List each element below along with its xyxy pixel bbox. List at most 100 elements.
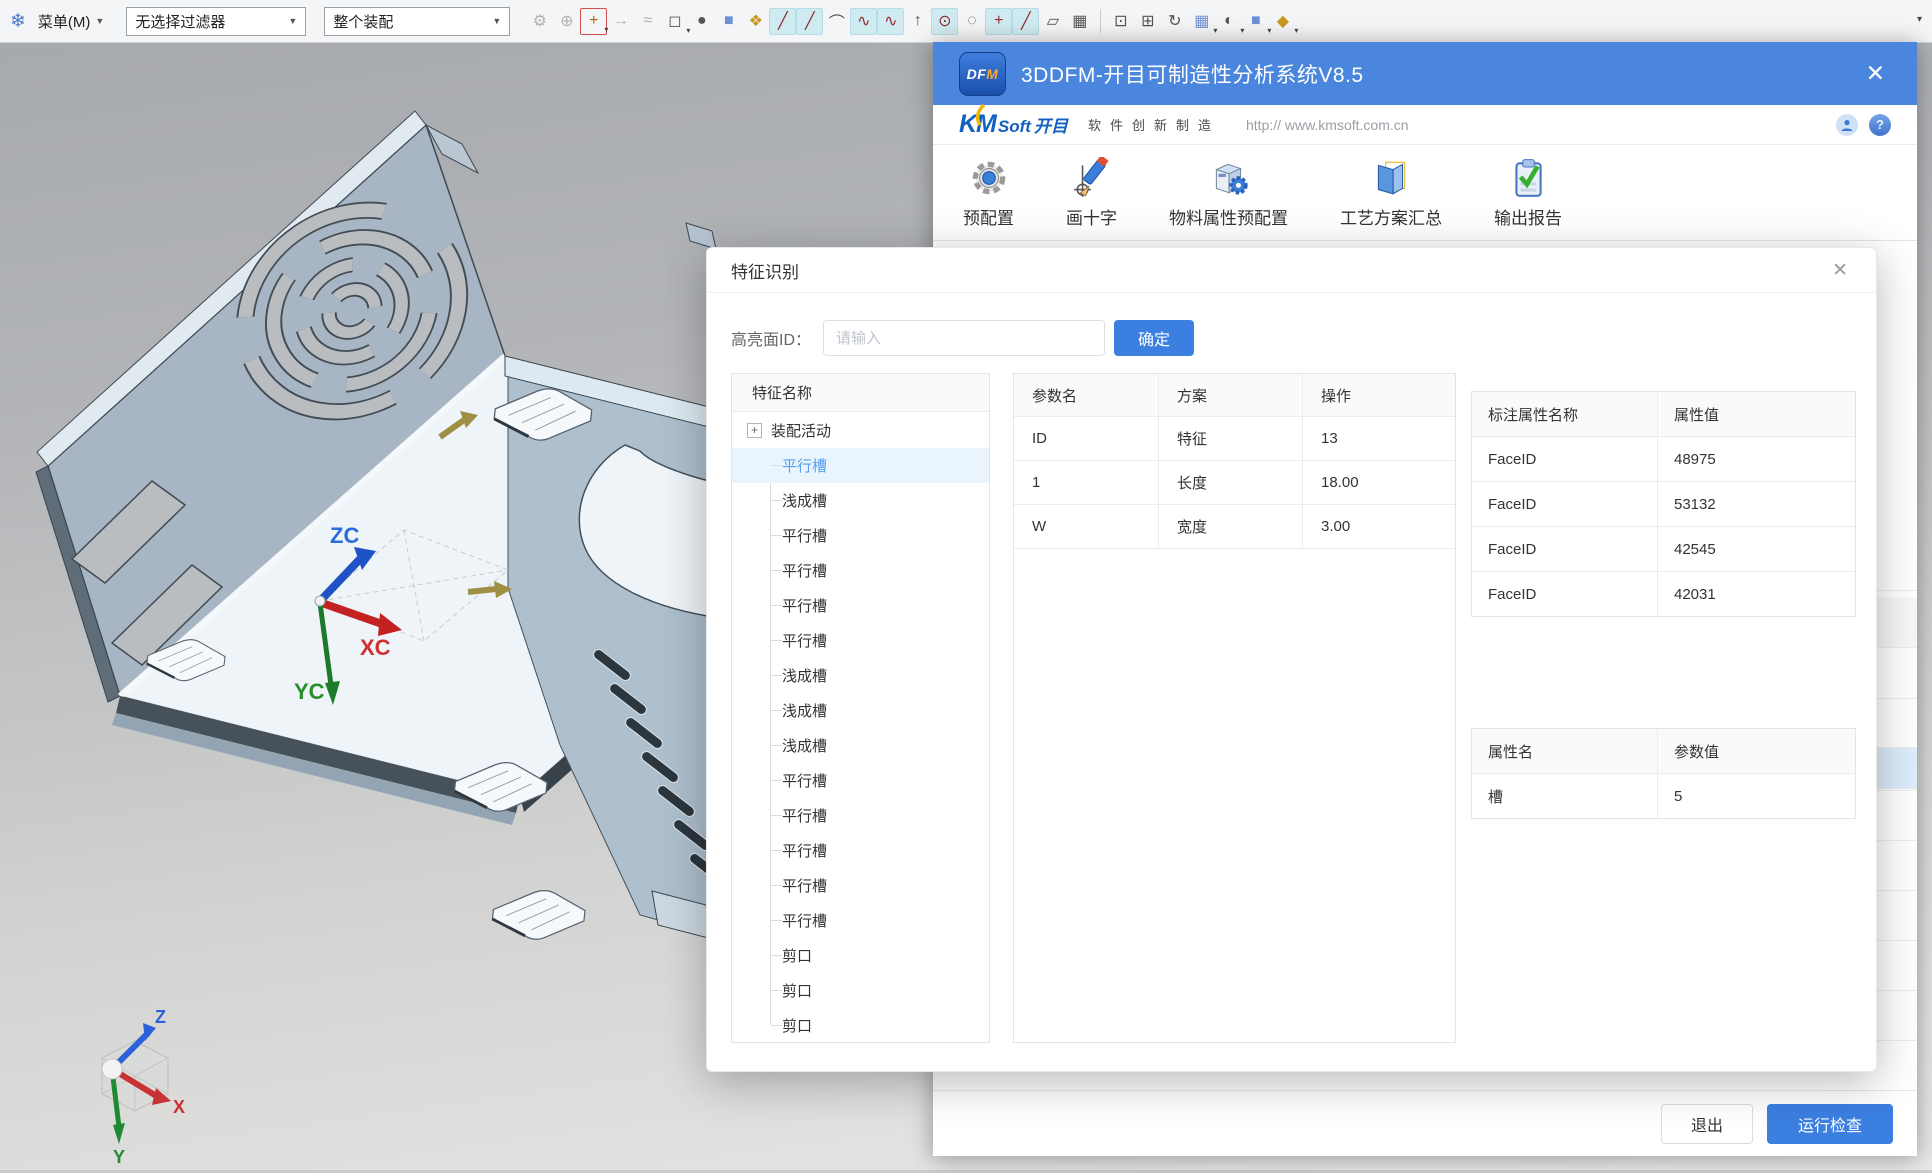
move-component-icon[interactable]: ⊕ ▾	[553, 8, 580, 35]
tree-item[interactable]: 平行槽	[732, 868, 989, 903]
expand-icon[interactable]: +	[747, 423, 762, 438]
dfm-titlebar[interactable]: DFM 3DDFM-开目可制造性分析系统V8.5 ✕	[933, 42, 1917, 105]
draw-cross-button[interactable]: 画十字	[1066, 157, 1117, 229]
move-handles-icon[interactable]: ❖ ▾	[742, 8, 769, 35]
help-icon[interactable]: ?	[1869, 114, 1891, 136]
dfm-toolbar: 预配置 画十字 物料属性预配置	[933, 145, 1917, 241]
preconfig-button[interactable]: 预配置	[963, 157, 1014, 229]
assembly-constraints-icon[interactable]: ⚙ ▾	[526, 8, 553, 35]
dialog-close-icon[interactable]: ✕	[1828, 257, 1852, 284]
dfm-footer: 退出 运行检查	[933, 1090, 1917, 1156]
tree-item[interactable]: 浅成槽	[732, 483, 989, 518]
parameter-row[interactable]: ID 特征 13	[1014, 417, 1455, 461]
output-report-button[interactable]: 输出报告	[1494, 157, 1562, 229]
brand-url: http:// www.kmsoft.com.cn	[1246, 117, 1409, 133]
gear-icon	[968, 157, 1010, 199]
selection-scope-dropdown[interactable]: 整个装配 ▼	[324, 7, 510, 36]
chevron-down-icon: ▼	[95, 16, 104, 26]
show-dof-icon[interactable]: → ▾	[607, 8, 634, 35]
analysis-display-icon[interactable]: ◆ ▾	[1269, 8, 1296, 35]
feature-recognition-dialog: 特征识别 ✕ 高亮面ID： 确定 特征名称 + 装配活动 平行槽 浅成槽	[706, 247, 1877, 1072]
remember-constraints-icon[interactable]: + ▾	[580, 8, 607, 35]
highlight-id-input[interactable]	[823, 320, 1105, 356]
kmsoft-logo: KM Soft 开目	[959, 110, 1068, 139]
snap-grid-icon[interactable]: ▦ ▾	[1188, 8, 1215, 35]
tree-root-assembly-activity[interactable]: + 装配活动	[732, 412, 989, 448]
tree-item[interactable]: 平行槽	[732, 553, 989, 588]
run-check-button[interactable]: 运行检查	[1767, 1104, 1893, 1144]
toolbar-icon-strip: ⚙ ▾ ⊕ ▾ + ▾ → ▾ ≈ ▾ ◻	[526, 8, 1296, 35]
face-attribute-row[interactable]: FaceID 42031	[1472, 572, 1855, 616]
face-attribute-row[interactable]: FaceID 42545	[1472, 527, 1855, 572]
cylinder-icon[interactable]: ● ▾	[688, 8, 715, 35]
point-icon[interactable]: + ▾	[985, 8, 1012, 35]
box-gear-icon	[1208, 157, 1250, 199]
report-check-icon	[1507, 157, 1549, 199]
tree-item[interactable]: 平行槽	[732, 798, 989, 833]
solid-display-icon[interactable]: ■ ▾	[1242, 8, 1269, 35]
tree-item[interactable]: 浅成槽	[732, 658, 989, 693]
property-row[interactable]: 槽 5	[1472, 774, 1855, 818]
logo-flame-icon	[973, 104, 987, 126]
parameter-row[interactable]: 1 长度 18.00	[1014, 461, 1455, 505]
triad-x-label: X	[173, 1097, 185, 1117]
grid-icon[interactable]: ▦ ▾	[1066, 8, 1093, 35]
face-attribute-row[interactable]: FaceID 48975	[1472, 437, 1855, 482]
exit-button[interactable]: 退出	[1661, 1104, 1753, 1144]
dialog-title: 特征识别	[731, 258, 799, 283]
window-zoom-icon[interactable]: ⊡ ▾	[1107, 8, 1134, 35]
pan-icon[interactable]: ⊞ ▾	[1134, 8, 1161, 35]
material-preconfig-button[interactable]: 物料属性预配置	[1169, 157, 1288, 229]
tree-item[interactable]: 平行槽	[732, 518, 989, 553]
highlight-id-row: 高亮面ID： 确定	[731, 320, 1194, 356]
feature-tree-header: 特征名称	[732, 374, 989, 412]
tree-item[interactable]: 平行槽	[732, 448, 989, 483]
folders-icon	[1370, 157, 1412, 199]
circle-center-icon[interactable]: ⊙ ▾	[931, 8, 958, 35]
toolbar-divider[interactable]: ▾	[1093, 8, 1107, 35]
fillet-arc-icon[interactable]: ⌒ ▾	[823, 8, 850, 35]
polyline-icon[interactable]: ╱ ▾	[1012, 8, 1039, 35]
triad-y-label: Y	[113, 1147, 125, 1167]
chevron-down-icon: ▼	[492, 16, 501, 26]
user-account-icon[interactable]	[1836, 114, 1858, 136]
tree-item[interactable]: 剪口	[732, 938, 989, 973]
tree-item[interactable]: 平行槽	[732, 588, 989, 623]
tree-item[interactable]: 平行槽	[732, 833, 989, 868]
sheet-face-icon[interactable]: ▱ ▾	[1039, 8, 1066, 35]
extrude-cube-icon[interactable]: ■ ▾	[715, 8, 742, 35]
shaded-view-icon[interactable]: ◐ ▾	[1215, 8, 1242, 35]
line-segment-icon[interactable]: ╱ ▾	[796, 8, 823, 35]
menu-button[interactable]: 菜单(M) ▼	[34, 9, 108, 34]
sheet-metal-part[interactable]: ZC XC YC	[0, 43, 790, 973]
dfm-close-icon[interactable]: ✕	[1860, 60, 1891, 87]
studio-spline-icon[interactable]: ∿ ▾	[877, 8, 904, 35]
feature-tree-items: 平行槽 浅成槽 平行槽 平行槽	[732, 448, 989, 1043]
ellipse-icon[interactable]: ◌ ▾	[958, 8, 985, 35]
wave-geometry-icon[interactable]: ≈ ▾	[634, 8, 661, 35]
dfm-app-icon: DFM	[959, 52, 1006, 96]
app-toolbar: ❄ 菜单(M) ▼ 无选择过滤器 ▼ 整个装配 ▼ ⚙ ▾ ⊕ ▾ + ▾	[0, 0, 1932, 43]
tree-item[interactable]: 平行槽	[732, 903, 989, 938]
zc-axis-label: ZC	[330, 523, 359, 548]
toolbar-overflow-chevron[interactable]: ▾	[1917, 14, 1922, 25]
parameter-row[interactable]: W 宽度 3.00	[1014, 505, 1455, 549]
tree-item[interactable]: 剪口	[732, 973, 989, 1008]
tree-item[interactable]: 平行槽	[732, 623, 989, 658]
menu-label: 菜单(M)	[38, 11, 91, 32]
tree-item[interactable]: 浅成槽	[732, 728, 989, 763]
app-logo-icon: ❄	[10, 12, 26, 31]
yc-axis-label: YC	[294, 679, 325, 704]
spline-icon[interactable]: ∿ ▾	[850, 8, 877, 35]
marquee-select-icon[interactable]: ◻ ▾	[661, 8, 688, 35]
selection-filter-dropdown[interactable]: 无选择过滤器 ▼	[126, 7, 306, 36]
line-icon[interactable]: ╱ ▾	[769, 8, 796, 35]
confirm-button[interactable]: 确定	[1114, 320, 1194, 356]
tree-item[interactable]: 平行槽	[732, 763, 989, 798]
tree-item[interactable]: 浅成槽	[732, 693, 989, 728]
datum-axis-icon[interactable]: ↑ ▾	[904, 8, 931, 35]
tree-item[interactable]: 剪口	[732, 1008, 989, 1043]
face-attribute-row[interactable]: FaceID 53132	[1472, 482, 1855, 527]
refresh-view-icon[interactable]: ↻ ▾	[1161, 8, 1188, 35]
process-summary-button[interactable]: 工艺方案汇总	[1340, 157, 1442, 229]
